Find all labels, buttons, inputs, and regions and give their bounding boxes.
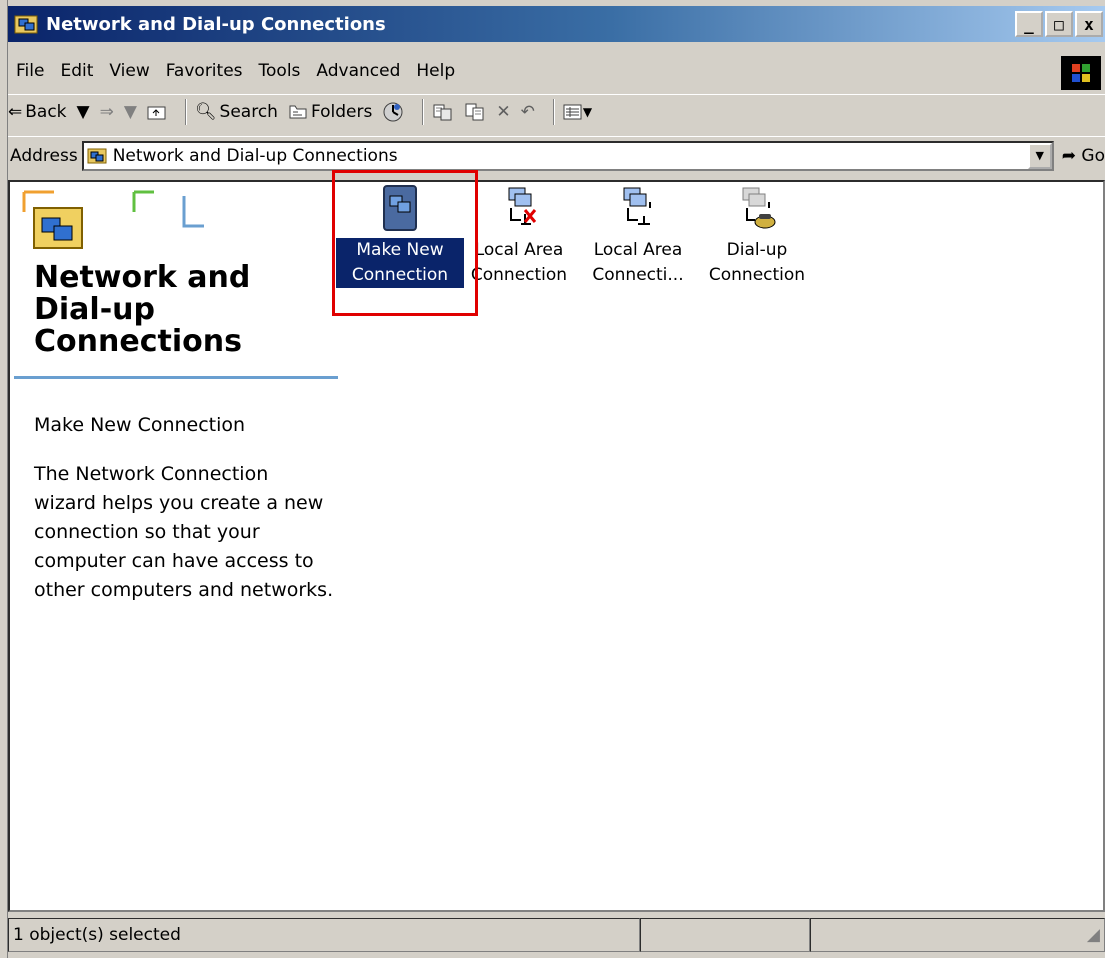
menu-tools[interactable]: Tools (259, 61, 301, 81)
icon-dial-up-connection[interactable]: Dial-up Connection (693, 184, 821, 288)
status-panel-2 (640, 918, 810, 952)
copy-to-button[interactable] (464, 102, 486, 122)
icon-label: Local Area Connecti... (592, 240, 684, 285)
folders-icon (289, 105, 307, 118)
search-button[interactable]: 🔍︎ Search (195, 102, 278, 122)
up-folder-icon (147, 106, 166, 119)
make-new-connection-icon (383, 185, 417, 231)
toolbar-separator (184, 98, 187, 125)
close-button[interactable]: x (1075, 11, 1103, 37)
content-pane: Network and Dial-up Connections Make New… (8, 170, 1105, 912)
dropdown-arrow-icon: ▼ (1035, 149, 1044, 162)
address-input[interactable]: Network and Dial-up Connections ▼ (81, 140, 1054, 171)
address-value: Network and Dial-up Connections (112, 145, 398, 166)
icon-label: Local Area Connection (470, 240, 568, 285)
search-icon: 🔍︎ (194, 101, 217, 122)
history-icon (383, 102, 403, 121)
web-view-sidebar: Network and Dial-up Connections Make New… (14, 182, 344, 910)
address-label: Address (10, 145, 78, 166)
lan-connection-icon (623, 187, 651, 225)
back-button[interactable]: ⇐ Back (8, 102, 67, 122)
explorer-window: Network and Dial-up Connections _ □ x Fi… (0, 0, 1105, 958)
status-panel-3: ◢ (810, 918, 1105, 952)
back-label: Back (25, 101, 67, 122)
title-bar[interactable]: Network and Dial-up Connections _ □ x (8, 6, 1105, 42)
go-button[interactable]: ➦ Go (1062, 146, 1105, 166)
network-folder-banner-icon (22, 190, 204, 249)
menu-edit[interactable]: Edit (60, 61, 93, 81)
history-button[interactable] (382, 101, 404, 123)
sidebar-title: Network and Dial-up Connections (34, 260, 251, 359)
views-button[interactable]: ▼ (563, 103, 592, 121)
move-to-icon (433, 104, 452, 120)
maximize-button[interactable]: □ (1045, 11, 1073, 37)
undo-button[interactable]: ↶ (521, 102, 535, 122)
address-dropdown-button[interactable]: ▼ (1027, 142, 1052, 169)
window-left-edge (0, 0, 8, 958)
standard-toolbar: ⇐ Back ▼ ⇒ ▼ 🔍︎ Search Folders ✕ ↶ ▼ (8, 94, 1105, 128)
menu-help[interactable]: Help (416, 61, 455, 81)
back-dropdown-button[interactable]: ▼ (77, 102, 90, 122)
windows-logo-icon (1061, 56, 1101, 90)
delete-button[interactable]: ✕ (496, 102, 510, 122)
forward-dropdown-button[interactable]: ▼ (124, 102, 137, 122)
window-controls: _ □ x (1015, 11, 1103, 37)
icon-local-area-connection[interactable]: Local Area Connection (455, 184, 583, 288)
icon-label: Dial-up Connection (708, 240, 806, 285)
sidebar-divider (14, 376, 338, 379)
dropdown-arrow-icon: ▼ (582, 104, 593, 119)
delete-icon: ✕ (496, 101, 511, 122)
lan-connection-disconnected-icon (508, 187, 537, 225)
dropdown-arrow-icon: ▼ (76, 101, 90, 122)
sidebar-selected-heading: Make New Connection (34, 414, 246, 436)
dropdown-arrow-icon: ▼ (123, 101, 137, 122)
menu-advanced[interactable]: Advanced (316, 61, 400, 81)
network-folder-icon (87, 148, 107, 163)
window-title: Network and Dial-up Connections (46, 13, 386, 35)
toolbar-separator (422, 98, 425, 125)
network-folder-icon (14, 15, 38, 34)
go-arrow-icon: ➦ (1061, 145, 1077, 166)
search-label: Search (219, 101, 278, 122)
forward-arrow-icon: ⇒ (99, 101, 114, 122)
status-text: 1 object(s) selected (8, 918, 640, 952)
back-arrow-icon: ⇐ (8, 101, 23, 122)
undo-icon: ↶ (520, 101, 535, 122)
copy-to-icon (465, 103, 484, 120)
toolbar-separator (552, 98, 555, 125)
up-folder-button[interactable] (147, 103, 167, 121)
menu-favorites[interactable]: Favorites (166, 61, 243, 81)
folders-button[interactable]: Folders (288, 102, 372, 122)
go-label: Go (1081, 145, 1105, 166)
sidebar-description: The Network Connection wizard helps you … (34, 463, 334, 601)
minimize-button[interactable]: _ (1015, 11, 1043, 37)
menu-view[interactable]: View (109, 61, 149, 81)
menu-file[interactable]: File (16, 61, 44, 81)
icon-local-area-connection-2[interactable]: Local Area Connecti... (574, 184, 702, 288)
forward-button[interactable]: ⇒ (100, 102, 114, 122)
folders-label: Folders (310, 101, 373, 122)
status-bar: 1 object(s) selected ◢ (8, 918, 1105, 954)
icon-label: Make New Connection (335, 237, 465, 289)
resize-grip-icon[interactable]: ◢ (1087, 925, 1100, 945)
move-to-button[interactable] (432, 102, 454, 122)
dial-up-connection-icon (742, 187, 776, 229)
icon-make-new-connection[interactable]: Make New Connection (335, 184, 465, 289)
views-icon (563, 104, 582, 119)
menu-bar: File Edit View Favorites Tools Advanced … (8, 56, 1068, 86)
address-bar: Address Network and Dial-up Connections … (8, 136, 1105, 174)
